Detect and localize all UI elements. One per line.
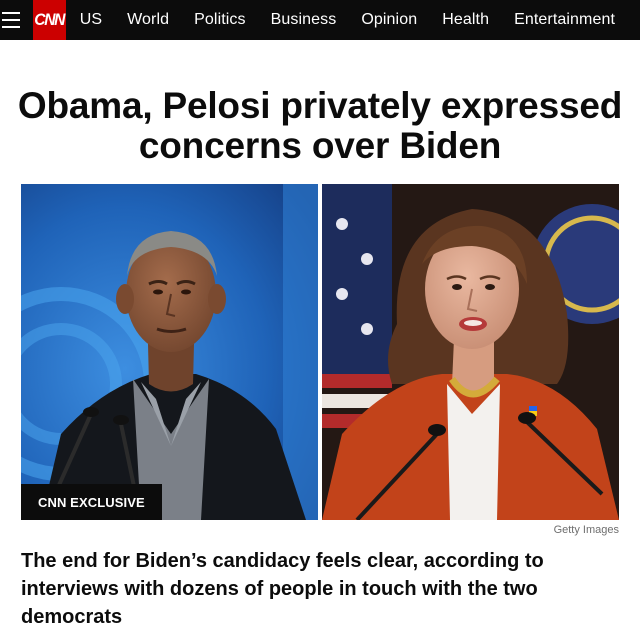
exclusive-badge: CNN EXCLUSIVE: [21, 484, 162, 520]
nav-item-politics[interactable]: Politics: [194, 11, 245, 29]
nav-item-health[interactable]: Health: [442, 11, 489, 29]
menu-line: [1, 12, 20, 14]
story-subhead[interactable]: The end for Biden’s candidacy feels clea…: [21, 547, 621, 631]
cnn-logo[interactable]: CNN: [33, 0, 66, 40]
obama-photo[interactable]: [21, 184, 318, 520]
nav-item-world[interactable]: World: [127, 11, 169, 29]
pelosi-illustration: [322, 184, 619, 520]
menu-line: [1, 19, 20, 21]
pelosi-photo[interactable]: [322, 184, 619, 520]
headline[interactable]: Obama, Pelosi privately expressed concer…: [0, 86, 640, 166]
top-nav: CNN US World Politics Business Opinion H…: [0, 0, 640, 40]
nav-items: US World Politics Business Opinion Healt…: [80, 0, 640, 40]
menu-line: [1, 26, 20, 28]
image-credit: Getty Images: [553, 524, 619, 536]
nav-item-us[interactable]: US: [80, 11, 102, 29]
menu-icon[interactable]: [0, 0, 21, 40]
nav-item-opinion[interactable]: Opinion: [361, 11, 417, 29]
logo-text: CNN: [34, 10, 66, 29]
obama-illustration: [21, 184, 318, 520]
nav-item-entertainment[interactable]: Entertainment: [514, 11, 615, 29]
nav-item-business[interactable]: Business: [271, 11, 337, 29]
